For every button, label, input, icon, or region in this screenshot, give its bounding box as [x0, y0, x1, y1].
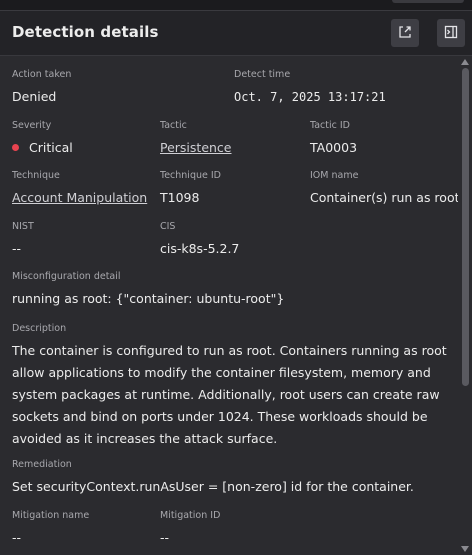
severity-field: Severity Critical — [12, 120, 73, 156]
export-icon — [398, 24, 412, 43]
detect-time-label: Detect time — [234, 69, 291, 80]
remediation-field: Remediation Set securityContext.runAsUse… — [12, 459, 414, 495]
technique-id-label: Technique ID — [160, 170, 221, 181]
scroll-down-arrow-icon[interactable] — [461, 546, 469, 552]
severity-value: Critical — [29, 140, 73, 155]
tactic-field: Tactic Persistence — [160, 120, 232, 156]
mitigation-id-label: Mitigation ID — [160, 510, 221, 521]
technique-label: Technique — [12, 170, 60, 181]
mitigation-name-label: Mitigation name — [12, 510, 90, 521]
description-field: Description The container is configured … — [12, 323, 452, 450]
top-strip — [0, 0, 472, 10]
nist-label: NIST — [12, 221, 34, 232]
nist-value: -- — [12, 241, 22, 256]
panel-header: Detection details — [0, 11, 472, 56]
technique-field: Technique Account Manipulation — [12, 170, 147, 206]
cis-value: cis-k8s-5.2.7 — [160, 241, 240, 256]
tactic-id-label: Tactic ID — [310, 120, 350, 131]
tactic-id-field: Tactic ID TA0003 — [310, 120, 357, 156]
misconfiguration-detail-value: running as root: {"container: ubuntu-roo… — [12, 291, 285, 306]
iom-name-label: IOM name — [310, 170, 359, 181]
detect-time-field: Detect time Oct. 7, 2025 13:17:21 — [234, 69, 386, 105]
action-taken-value: Denied — [12, 89, 57, 104]
description-label: Description — [12, 323, 67, 334]
mitigation-name-value: -- — [12, 530, 22, 545]
tactic-id-value: TA0003 — [310, 140, 358, 155]
panel-title: Detection details — [12, 23, 159, 41]
mitigation-name-field: Mitigation name -- — [12, 510, 89, 546]
detection-details-panel: Detection details Action taken Denied De… — [0, 10, 472, 555]
remediation-label: Remediation — [12, 459, 72, 470]
scroll-up-arrow-icon[interactable] — [461, 59, 469, 65]
severity-label: Severity — [12, 120, 52, 131]
collapse-panel-button[interactable] — [437, 19, 465, 47]
remediation-value: Set securityContext.runAsUser = [non-zer… — [12, 479, 414, 494]
detect-time-value: Oct. 7, 2025 13:17:21 — [234, 90, 386, 104]
technique-id-field: Technique ID T1098 — [160, 170, 221, 206]
critical-severity-dot-icon — [12, 144, 19, 151]
technique-id-value: T1098 — [160, 190, 200, 205]
mitigation-id-field: Mitigation ID -- — [160, 510, 220, 546]
severity-value-row: Critical — [12, 140, 73, 156]
collapse-panel-icon — [444, 24, 458, 43]
cis-label: CIS — [160, 221, 176, 232]
vertical-scrollbar[interactable] — [459, 56, 472, 555]
iom-name-value: Container(s) run as root — [310, 190, 458, 205]
nist-field: NIST -- — [12, 221, 34, 257]
misconfiguration-detail-label: Misconfiguration detail — [12, 271, 121, 282]
export-button[interactable] — [391, 19, 419, 47]
scrollbar-thumb[interactable] — [462, 68, 469, 386]
description-value: The container is configured to run as ro… — [12, 343, 447, 446]
details-content[interactable]: Action taken Denied Detect time Oct. 7, … — [0, 56, 458, 555]
cis-field: CIS cis-k8s-5.2.7 — [160, 221, 239, 257]
technique-link[interactable]: Account Manipulation — [12, 190, 147, 205]
mitigation-id-value: -- — [160, 530, 170, 545]
misconfiguration-detail-field: Misconfiguration detail running as root:… — [12, 271, 284, 307]
tactic-label: Tactic — [160, 120, 187, 131]
action-taken-label: Action taken — [12, 69, 72, 80]
top-tab-stub — [392, 0, 464, 3]
action-taken-field: Action taken Denied — [12, 69, 71, 105]
iom-name-field: IOM name Container(s) run as root — [310, 170, 458, 206]
tactic-link[interactable]: Persistence — [160, 140, 232, 155]
